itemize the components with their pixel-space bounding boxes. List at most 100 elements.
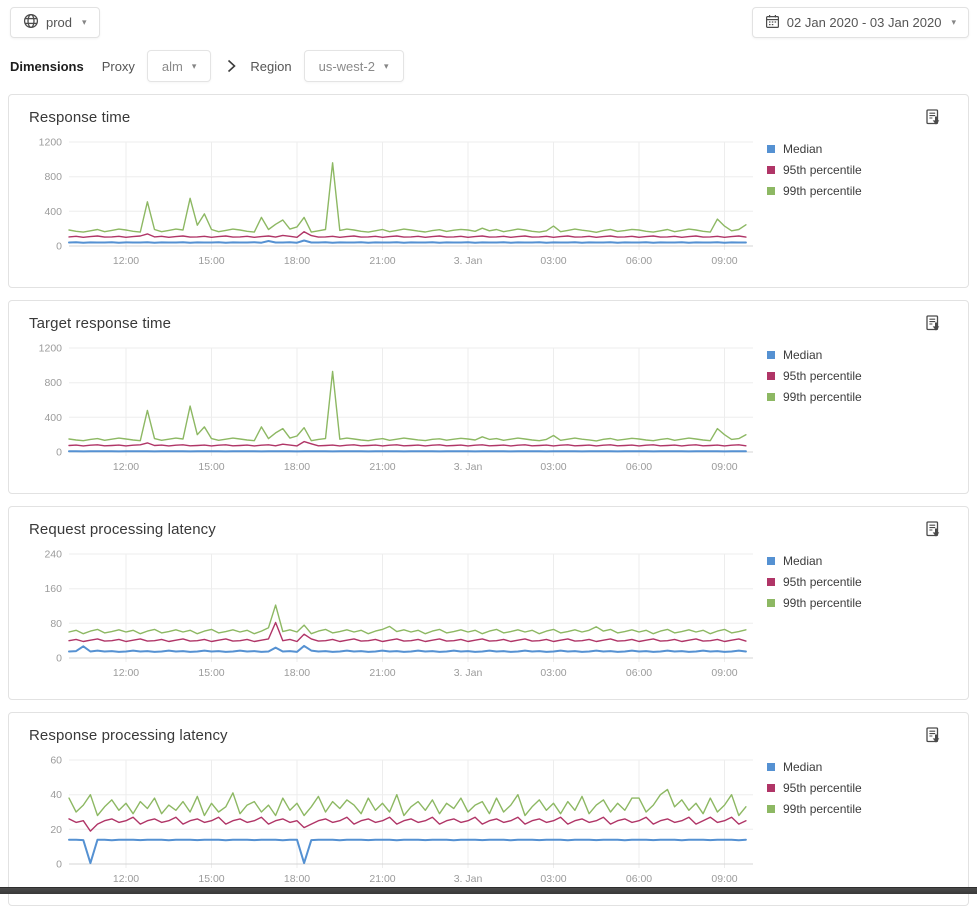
legend-item[interactable]: Median <box>767 348 959 362</box>
panel-title: Request processing latency <box>9 507 968 540</box>
svg-text:60: 60 <box>50 755 62 767</box>
svg-text:09:00: 09:00 <box>711 255 737 267</box>
legend-item[interactable]: 99th percentile <box>767 390 959 404</box>
chart-panel: Target response time 12:0015:0018:0021:0… <box>8 300 969 494</box>
legend-label: Median <box>783 348 822 362</box>
legend-label: Median <box>783 142 822 156</box>
svg-text:400: 400 <box>44 206 62 218</box>
svg-text:06:00: 06:00 <box>626 873 652 885</box>
proxy-label: Proxy <box>102 59 135 74</box>
download-report-icon[interactable] <box>924 520 942 539</box>
horizontal-scrollbar[interactable] <box>0 887 977 894</box>
svg-text:06:00: 06:00 <box>626 461 652 473</box>
svg-text:0: 0 <box>56 859 62 871</box>
svg-text:1200: 1200 <box>39 343 63 355</box>
chart-row: 12:0015:0018:0021:003. Jan03:0006:0009:0… <box>9 540 968 692</box>
legend-item[interactable]: 99th percentile <box>767 184 959 198</box>
legend-label: 99th percentile <box>783 184 862 198</box>
legend: Median 95th percentile 99th percentile <box>759 542 959 617</box>
chart-row: 12:0015:0018:0021:003. Jan03:0006:0009:0… <box>9 334 968 486</box>
legend-label: 99th percentile <box>783 596 862 610</box>
svg-text:09:00: 09:00 <box>711 873 737 885</box>
svg-text:400: 400 <box>44 412 62 424</box>
svg-text:12:00: 12:00 <box>113 255 139 267</box>
svg-text:15:00: 15:00 <box>198 873 224 885</box>
legend-label: 99th percentile <box>783 802 862 816</box>
svg-text:20: 20 <box>50 824 62 836</box>
svg-text:09:00: 09:00 <box>711 461 737 473</box>
chart-row: 12:0015:0018:0021:003. Jan03:0006:0009:0… <box>9 746 968 898</box>
svg-text:800: 800 <box>44 377 62 389</box>
caret-down-icon <box>951 18 956 27</box>
legend-swatch <box>767 187 775 195</box>
svg-text:12:00: 12:00 <box>113 667 139 679</box>
legend-swatch <box>767 557 775 565</box>
legend-swatch <box>767 145 775 153</box>
svg-text:03:00: 03:00 <box>540 873 566 885</box>
chart-panel: Response processing latency 12:00 15:00 18… <box>8 712 969 906</box>
svg-text:800: 800 <box>44 171 62 183</box>
svg-text:12:00: 12:00 <box>113 461 139 473</box>
dimensions-bar: Dimensions Proxy alm Region us-west-2 <box>0 42 977 94</box>
svg-text:21:00: 21:00 <box>369 255 395 267</box>
calendar-icon <box>765 14 780 32</box>
legend-label: 95th percentile <box>783 781 862 795</box>
legend-swatch <box>767 784 775 792</box>
download-report-icon[interactable] <box>924 314 942 333</box>
legend: Median 95th percentile 99th percentile <box>759 748 959 823</box>
legend-item[interactable]: Median <box>767 760 959 774</box>
legend-label: Median <box>783 554 822 568</box>
legend-item[interactable]: 99th percentile <box>767 802 959 816</box>
legend-item[interactable]: 95th percentile <box>767 163 959 177</box>
region-dropdown[interactable]: us-west-2 <box>304 50 404 82</box>
region-label: Region <box>250 59 291 74</box>
legend-item[interactable]: Median <box>767 142 959 156</box>
legend-swatch <box>767 763 775 771</box>
legend-swatch <box>767 393 775 401</box>
svg-text:0: 0 <box>56 241 62 253</box>
svg-text:18:00: 18:00 <box>284 255 310 267</box>
svg-text:21:00: 21:00 <box>369 873 395 885</box>
proxy-value: alm <box>162 59 183 74</box>
legend-label: Median <box>783 760 822 774</box>
download-report-icon[interactable] <box>924 108 942 127</box>
legend-item[interactable]: 95th percentile <box>767 781 959 795</box>
legend-swatch <box>767 351 775 359</box>
svg-text:06:00: 06:00 <box>626 255 652 267</box>
chevron-right-icon <box>227 59 236 73</box>
legend-swatch <box>767 372 775 380</box>
svg-text:18:00: 18:00 <box>284 873 310 885</box>
chart-panel: Request processing latency 12:0015:0018:… <box>8 506 969 700</box>
legend: Median 95th percentile 99th percentile <box>759 336 959 411</box>
svg-text:15:00: 15:00 <box>198 255 224 267</box>
legend-swatch <box>767 599 775 607</box>
panel-title: Response processing latency <box>9 713 968 746</box>
proxy-dropdown[interactable]: alm <box>147 50 211 82</box>
svg-text:80: 80 <box>50 618 62 630</box>
legend-item[interactable]: 95th percentile <box>767 575 959 589</box>
svg-text:15:00: 15:00 <box>198 667 224 679</box>
svg-text:12:00: 12:00 <box>113 873 139 885</box>
chart-row: 12:00 15:00 18:00 21:00 3. Jan 03:00 06:00 09:0… <box>9 128 968 280</box>
svg-text:03:00: 03:00 <box>540 255 566 267</box>
line-chart: 12:0015:0018:0021:003. Jan03:0006:0009:0… <box>17 542 759 692</box>
legend-label: 95th percentile <box>783 369 862 383</box>
environment-selector[interactable]: prod <box>10 7 100 38</box>
legend-item[interactable]: 95th percentile <box>767 369 959 383</box>
panels-container: Response time 12:00 15:00 18:00 21:00 3. Jan… <box>0 94 977 906</box>
panel-title: Target response time <box>9 301 968 334</box>
top-bar: prod 02 Jan 2020 - 03 Jan 2020 <box>0 0 977 42</box>
date-range-label: 02 Jan 2020 - 03 Jan 2020 <box>787 15 942 30</box>
svg-text:21:00: 21:00 <box>369 667 395 679</box>
svg-text:06:00: 06:00 <box>626 667 652 679</box>
download-report-icon[interactable] <box>924 726 942 745</box>
svg-text:240: 240 <box>44 549 62 561</box>
legend-swatch <box>767 166 775 174</box>
date-range-selector[interactable]: 02 Jan 2020 - 03 Jan 2020 <box>752 7 969 38</box>
panel-title: Response time <box>9 95 968 128</box>
legend-swatch <box>767 805 775 813</box>
legend-item[interactable]: 99th percentile <box>767 596 959 610</box>
svg-text:3. Jan: 3. Jan <box>454 255 483 267</box>
legend-item[interactable]: Median <box>767 554 959 568</box>
caret-down-icon <box>82 18 87 27</box>
